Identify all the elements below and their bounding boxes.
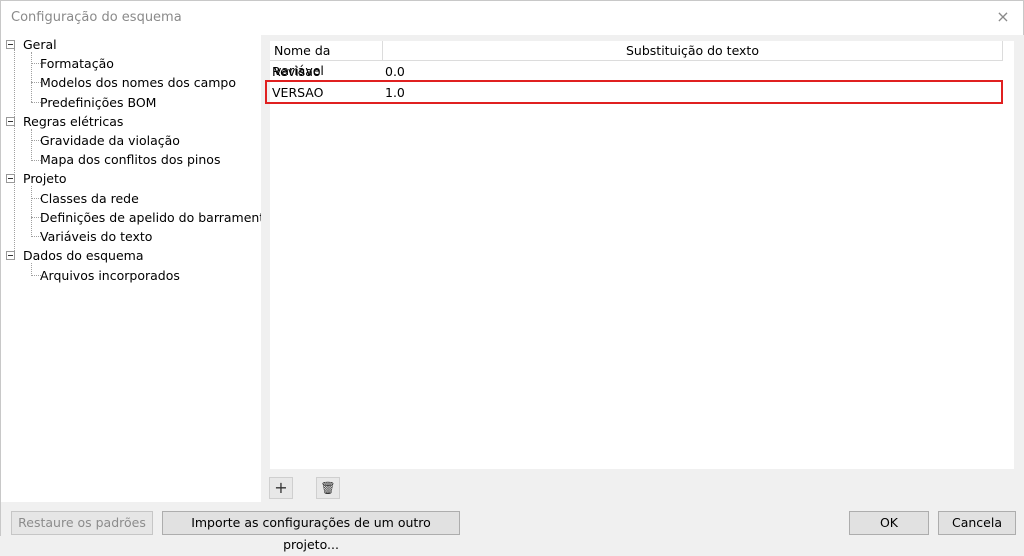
tree-item-label: Gravidade da violação (40, 133, 180, 148)
titlebar: Configuração do esquema × (1, 1, 1023, 35)
tree-item-gravidade-violacao[interactable]: Gravidade da violação (40, 131, 180, 150)
tree-item-formatacao[interactable]: Formatação (40, 54, 114, 73)
tree-item-label: Predefinições BOM (40, 95, 157, 110)
column-header-substitution[interactable]: Substituição do texto (383, 41, 1003, 61)
settings-dialog: Configuração do esquema × Geral Formataç… (0, 0, 1024, 552)
tree-item-label: Arquivos incorporados (40, 268, 180, 283)
selected-row-highlight (265, 80, 1003, 104)
delete-variable-button[interactable]: 🗑 (316, 477, 340, 499)
cell-variable-name[interactable]: Revisao (272, 62, 380, 82)
plus-icon: + (274, 478, 288, 497)
ok-button[interactable]: OK (849, 511, 929, 535)
tree-group-projeto[interactable]: Projeto (6, 169, 67, 188)
restore-defaults-button[interactable]: Restaure os padrões (11, 511, 153, 535)
cell-substitution-value[interactable]: 0.0 (385, 62, 985, 82)
text-variables-panel: Nome da variável Substituição do texto R… (261, 35, 1024, 502)
tree-group-label: Regras elétricas (23, 114, 124, 129)
tree-item-label: Modelos dos nomes dos campo (40, 75, 237, 90)
tree-group-label: Projeto (23, 171, 67, 186)
collapse-icon[interactable] (6, 40, 15, 49)
tree-item-variaveis-texto[interactable]: Variáveis do texto (40, 227, 152, 246)
tree-item-label: Variáveis do texto (40, 229, 153, 244)
add-variable-button[interactable]: + (269, 477, 293, 499)
tree-item-label: Mapa dos conflitos dos pinos (40, 152, 221, 167)
dialog-title: Configuração do esquema (11, 10, 182, 25)
tree-group-label: Geral (23, 37, 57, 52)
tree-item-label: Classes da rede (40, 191, 139, 206)
tree-item-predefinicoes-bom[interactable]: Predefinições BOM (40, 93, 156, 112)
settings-tree: Geral Formatação Modelos dos nomes dos c… (1, 35, 272, 502)
cancel-button[interactable]: Cancela (938, 511, 1016, 535)
import-settings-button[interactable]: Importe as configurações de um outro pro… (162, 511, 460, 552)
tree-item-mapa-conflitos-pinos[interactable]: Mapa dos conflitos dos pinos (40, 150, 220, 169)
collapse-icon[interactable] (6, 117, 15, 126)
tree-item-label: Definições de apelido do barramento (40, 210, 272, 225)
variables-table: Nome da variável Substituição do texto R… (269, 40, 1015, 470)
tree-item-definicoes-apelido-barramento[interactable]: Definições de apelido do barramento (40, 208, 272, 227)
trash-icon: 🗑 (320, 481, 336, 495)
tree-group-regras-eletricas[interactable]: Regras elétricas (6, 112, 124, 131)
collapse-icon[interactable] (6, 251, 15, 260)
tree-group-label: Dados do esquema (23, 248, 144, 263)
dialog-footer: Restaure os padrões Importe as configura… (1, 502, 1024, 552)
tree-group-geral[interactable]: Geral (6, 35, 57, 54)
close-icon[interactable]: × (993, 7, 1013, 27)
tree-item-classes-rede[interactable]: Classes da rede (40, 189, 139, 208)
tree-item-modelos-nomes-campo[interactable]: Modelos dos nomes dos campo (40, 73, 236, 92)
tree-item-label: Formatação (40, 56, 114, 71)
column-header-name[interactable]: Nome da variável (270, 41, 383, 78)
collapse-icon[interactable] (6, 174, 15, 183)
tree-group-dados-esquema[interactable]: Dados do esquema (6, 246, 144, 265)
tree-item-arquivos-incorporados[interactable]: Arquivos incorporados (40, 266, 180, 285)
